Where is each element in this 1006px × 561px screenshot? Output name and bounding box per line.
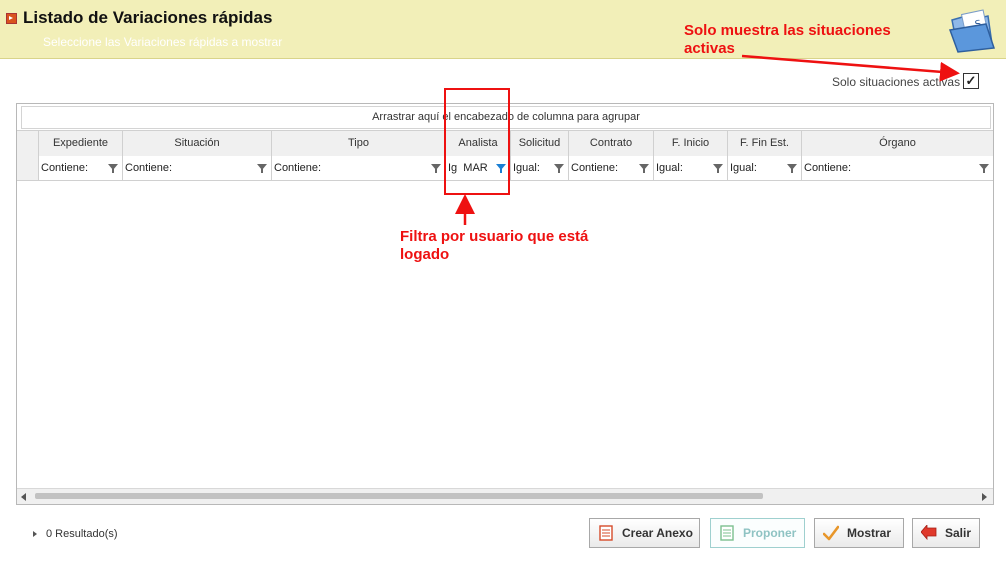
propose-document-icon bbox=[720, 525, 734, 541]
analista-highlight-box bbox=[444, 88, 510, 195]
filter-funnel-icon[interactable] bbox=[257, 164, 267, 173]
crear-anexo-label: Crear Anexo bbox=[622, 526, 693, 540]
annotation-line: Solo muestra las situaciones bbox=[684, 22, 891, 39]
annotation-logged-user-filter: Filtra por usuario que está logado bbox=[400, 228, 640, 264]
annotation-active-situations: Solo muestra las situaciones activas bbox=[684, 22, 934, 58]
column-header-solicitud[interactable]: Solicitud bbox=[511, 131, 569, 156]
filter-funnel-icon[interactable] bbox=[108, 164, 118, 173]
proponer-label: Proponer bbox=[743, 526, 797, 540]
scroll-right-arrow-icon[interactable] bbox=[982, 493, 987, 501]
active-situations-label: Solo situaciones activas bbox=[832, 75, 961, 89]
filter-operator: Igual: bbox=[513, 162, 540, 174]
exit-arrow-icon bbox=[921, 525, 937, 541]
row-indicator-header bbox=[17, 131, 39, 156]
filter-cell-f-inicio[interactable]: Igual: bbox=[654, 156, 728, 180]
page-subtitle: Seleccione las Variaciones rápidas a mos… bbox=[43, 35, 283, 49]
filter-operator: Contiene: bbox=[125, 162, 173, 174]
filter-cell-f-fin-est[interactable]: Igual: bbox=[728, 156, 802, 180]
annotation-line: activas bbox=[684, 40, 735, 57]
column-header-tipo[interactable]: Tipo bbox=[272, 131, 446, 156]
crear-anexo-button[interactable]: Crear Anexo bbox=[589, 518, 700, 548]
column-header-expediente[interactable]: Expediente bbox=[39, 131, 123, 156]
page-title: Listado de Variaciones rápidas bbox=[23, 8, 273, 27]
results-count: 0 Resultado(s) bbox=[46, 528, 118, 540]
filter-cell-contrato[interactable]: Contiene: bbox=[569, 156, 654, 180]
scroll-left-arrow-icon[interactable] bbox=[21, 493, 26, 501]
column-header-contrato[interactable]: Contrato bbox=[569, 131, 654, 156]
salir-label: Salir bbox=[945, 526, 972, 540]
filter-funnel-icon[interactable] bbox=[431, 164, 441, 173]
filter-operator: Contiene: bbox=[41, 162, 89, 174]
filter-operator: Contiene: bbox=[571, 162, 619, 174]
salir-button[interactable]: Salir bbox=[912, 518, 980, 548]
column-header-f-fin-est[interactable]: F. Fin Est. bbox=[728, 131, 802, 156]
filter-funnel-icon[interactable] bbox=[713, 164, 723, 173]
column-header-organo[interactable]: Órgano bbox=[802, 131, 993, 156]
column-header-f-inicio[interactable]: F. Inicio bbox=[654, 131, 728, 156]
proponer-button[interactable]: Proponer bbox=[710, 518, 805, 548]
expand-results-icon[interactable] bbox=[33, 531, 37, 537]
horizontal-scrollbar[interactable] bbox=[17, 488, 993, 504]
checkmark-icon bbox=[823, 525, 839, 541]
filter-operator: Contiene: bbox=[274, 162, 322, 174]
filter-funnel-icon[interactable] bbox=[554, 164, 564, 173]
active-situations-checkbox[interactable]: ✓ bbox=[963, 73, 979, 89]
filter-cell-tipo[interactable]: Contiene: bbox=[272, 156, 446, 180]
filter-operator: Igual: bbox=[656, 162, 683, 174]
mostrar-button[interactable]: Mostrar bbox=[814, 518, 904, 548]
new-document-icon bbox=[599, 525, 613, 541]
column-header-situacion[interactable]: Situación bbox=[123, 131, 272, 156]
filter-operator: Contiene: bbox=[804, 162, 852, 174]
mostrar-label: Mostrar bbox=[847, 526, 892, 540]
annotation-line: logado bbox=[400, 246, 450, 263]
filter-cell-solicitud[interactable]: Igual: bbox=[511, 156, 569, 180]
filter-cell-situacion[interactable]: Contiene: bbox=[123, 156, 272, 180]
filter-funnel-icon[interactable] bbox=[639, 164, 649, 173]
filter-cell-organo[interactable]: Contiene: bbox=[802, 156, 993, 180]
filter-operator: Igual: bbox=[730, 162, 757, 174]
filter-funnel-icon[interactable] bbox=[979, 164, 989, 173]
filter-cell-expediente[interactable]: Contiene: bbox=[39, 156, 123, 180]
annotation-line: Filtra por usuario que está bbox=[400, 228, 589, 245]
filter-funnel-icon[interactable] bbox=[787, 164, 797, 173]
folder-icon: S bbox=[948, 9, 996, 53]
scrollbar-thumb[interactable] bbox=[35, 493, 763, 499]
row-indicator-filter bbox=[17, 156, 39, 180]
collapse-bullet-icon[interactable] bbox=[6, 13, 17, 24]
